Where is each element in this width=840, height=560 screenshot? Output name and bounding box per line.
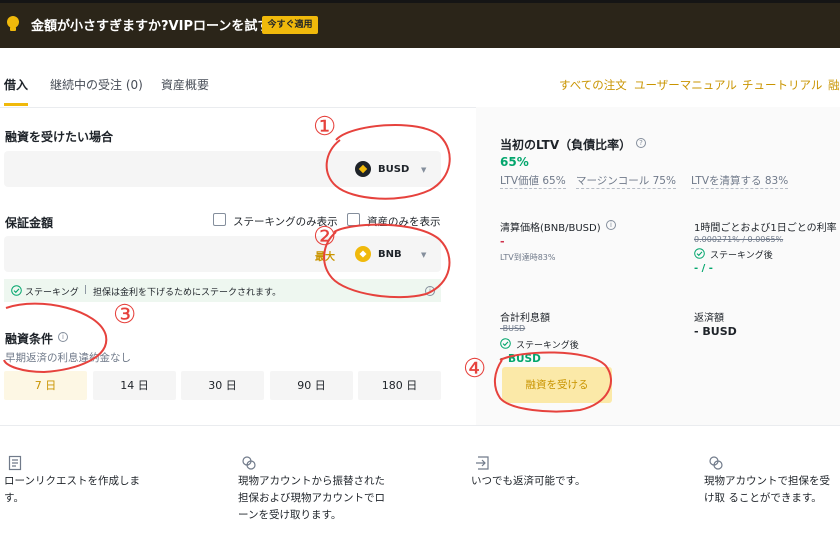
banner-separator: |	[84, 285, 88, 295]
link-tutorial[interactable]: チュートリアル	[742, 77, 822, 93]
apply-now-button[interactable]: 今すぐ適用	[262, 16, 318, 34]
repay-amount-label: 返済額	[694, 313, 724, 324]
hourly-rate-label: 1時間ごとおよび1日ごとの利率	[694, 223, 837, 234]
hourly-rate-original: 0.000271% / 0.0065%	[694, 235, 784, 244]
annotation-3: ③	[113, 300, 137, 330]
link-truncated[interactable]: 融	[828, 77, 840, 93]
collateral-amount-input[interactable]	[4, 236, 441, 272]
staking-tag: ステーキング	[25, 288, 79, 298]
staking-banner-text: 担保は金利を下げるためにステークされます。	[93, 288, 282, 298]
annotation-1: ①	[313, 112, 337, 142]
hourly-rate-value: - / -	[694, 263, 713, 274]
repay-icon	[475, 455, 491, 474]
collateral-label: 保証金額	[5, 216, 54, 230]
step-4-text: 現物アカウントで担保を受け取 ることができます。	[704, 475, 830, 504]
ltv-title: 当初のLTV（負債比率）	[500, 138, 632, 152]
duration-180d[interactable]: 180 日	[358, 371, 441, 400]
duration-7d[interactable]: 7 日	[4, 371, 87, 400]
step-2-text: 現物アカウントから振替された 担保および現物アカウントでロ ーンを受け取ります。	[238, 475, 385, 521]
tab-ongoing-orders[interactable]: 継続中の受注 (0)	[50, 76, 143, 93]
liquidation-ltv-link[interactable]: LTVを清算する 83%	[691, 173, 789, 189]
duration-30d[interactable]: 30 日	[181, 371, 264, 400]
annotation-2: ②	[313, 222, 337, 252]
margin-call-link[interactable]: マージンコール 75%	[576, 173, 676, 189]
help-icon[interactable]: ?	[636, 138, 646, 148]
ltv-value-link[interactable]: LTV価値 65%	[500, 173, 566, 189]
loan-terms-label: 融資条件	[5, 332, 54, 346]
total-interest-label: 合計利息額	[500, 313, 550, 324]
interest-staking-label: ステーキング後	[516, 341, 579, 351]
info-icon[interactable]: i	[425, 286, 435, 296]
loan-amount-input[interactable]	[4, 151, 441, 187]
check-circle-icon	[694, 248, 705, 262]
borrow-button[interactable]: 融資を受ける	[502, 367, 612, 403]
liquidation-price-value: -	[500, 235, 505, 248]
bnb-coin-icon	[355, 246, 371, 262]
loan-amount-label: 融資を受けたい場合	[5, 130, 114, 144]
transfer-icon	[241, 455, 257, 474]
repay-amount-value: - BUSD	[694, 325, 737, 338]
collateral-coin-label[interactable]: BNB	[378, 249, 402, 260]
lightbulb-icon	[5, 15, 21, 33]
loan-coin-label[interactable]: BUSD	[378, 164, 409, 175]
transfer-icon	[708, 455, 724, 474]
staking-only-checkbox[interactable]	[213, 213, 226, 226]
steps-divider	[0, 425, 840, 426]
step-3-text: いつでも返済可能です。	[471, 475, 586, 487]
info-icon[interactable]: i	[606, 220, 616, 230]
tab-asset-overview[interactable]: 資産概要	[161, 76, 209, 93]
chevron-down-icon[interactable]: ▼	[421, 166, 426, 174]
loan-terms-subtext: 早期返済の利息違約金なし	[5, 352, 131, 364]
annotation-4: ④	[463, 354, 487, 384]
info-icon[interactable]: i	[58, 332, 68, 342]
tabs-divider	[0, 107, 476, 108]
step-1-text: ローンリクエストを作成しま す。	[4, 475, 140, 504]
link-user-manual[interactable]: ユーザーマニュアル	[634, 77, 737, 93]
active-tab-indicator	[4, 103, 28, 106]
busd-coin-icon	[355, 161, 371, 177]
check-circle-icon	[500, 338, 511, 352]
assets-only-checkbox[interactable]	[347, 213, 360, 226]
ltv-value: 65%	[500, 155, 529, 169]
link-all-orders[interactable]: すべての注文	[559, 77, 627, 93]
hourly-staking-label: ステーキング後	[710, 251, 773, 261]
duration-90d[interactable]: 90 日	[270, 371, 353, 400]
liquidation-price-sub: LTV到達時83%	[500, 253, 556, 262]
promo-text: 金額が小さすぎますか?VIPローンを試す	[31, 19, 271, 34]
document-icon	[8, 455, 22, 474]
assets-only-label: 資産のみを表示	[367, 216, 441, 228]
total-interest-original: -BUSD	[500, 324, 526, 333]
tab-borrow[interactable]: 借入	[4, 76, 28, 93]
duration-14d[interactable]: 14 日	[93, 371, 176, 400]
chevron-down-icon[interactable]: ▼	[421, 251, 426, 259]
liquidation-price-label: 清算価格(BNB/BUSD)	[500, 223, 601, 234]
check-circle-icon	[11, 285, 22, 299]
window-edge	[0, 0, 840, 3]
total-interest-value: - BUSD	[500, 353, 541, 365]
